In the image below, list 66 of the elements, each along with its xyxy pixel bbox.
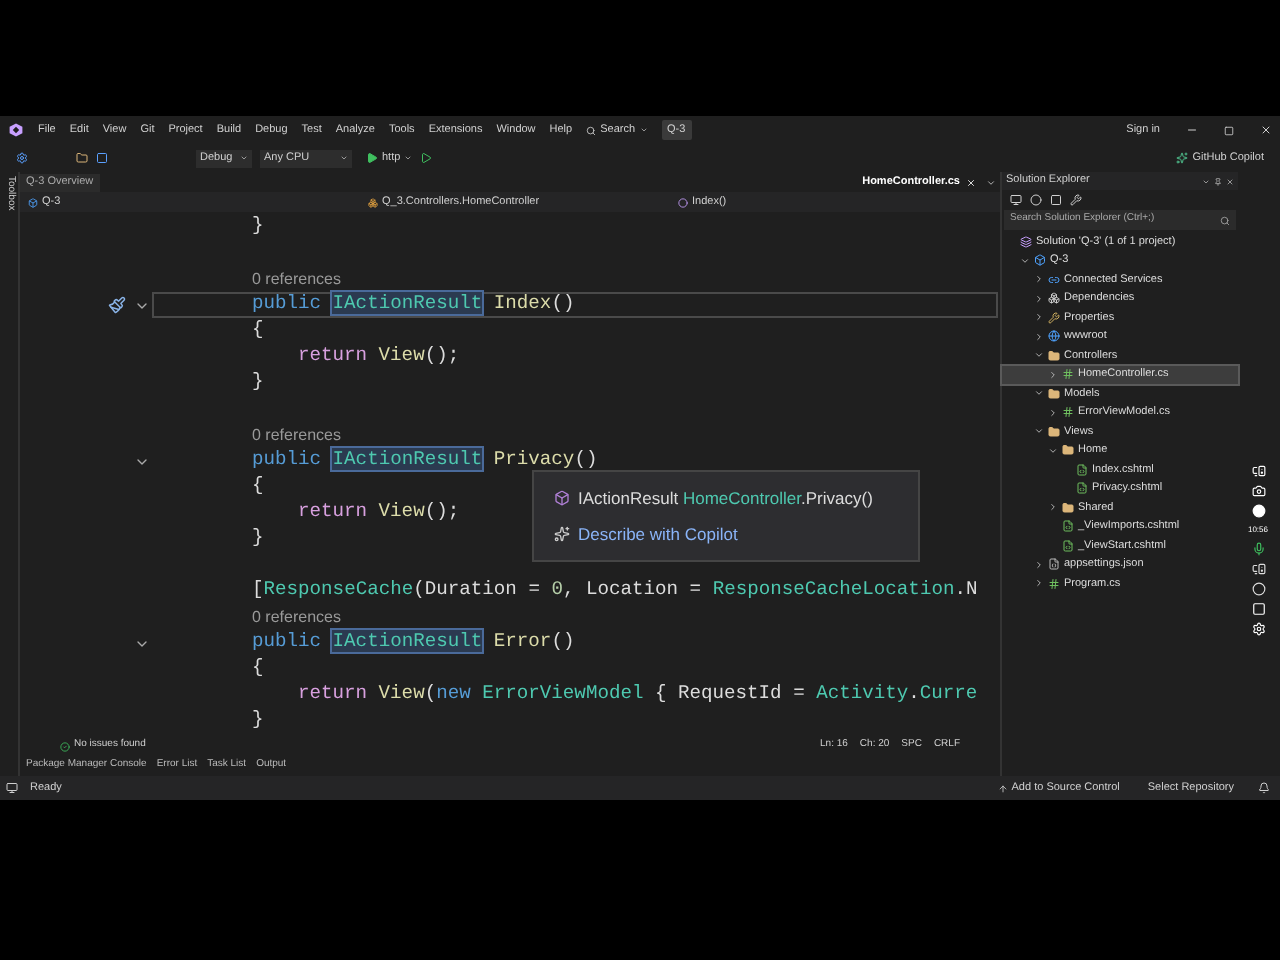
settings-icon[interactable] <box>1251 622 1265 636</box>
reference-count[interactable]: 0 references <box>252 267 341 291</box>
globe-icon <box>1048 330 1060 343</box>
record-icon[interactable] <box>1251 504 1265 518</box>
code-line: { <box>252 472 264 501</box>
screen-icon[interactable] <box>1251 464 1265 478</box>
code-line: { <box>252 654 264 683</box>
close-icon[interactable] <box>1260 124 1272 136</box>
folder-icon <box>1048 425 1060 438</box>
code-line: } <box>252 524 264 553</box>
code-line: [ResponseCache(Duration = 0, Location = ResponseCacheLocation.N <box>252 576 978 605</box>
method-signature: IActionResult HomeController.Privacy() <box>578 485 873 511</box>
folder-icon <box>1048 387 1060 400</box>
sparkle-icon <box>554 525 570 542</box>
code-line: return View(); <box>298 498 460 527</box>
project-icon <box>1034 254 1046 267</box>
camera-icon[interactable] <box>1251 484 1265 498</box>
reference-count[interactable]: 0 references <box>252 605 341 629</box>
code-line: } <box>252 212 264 241</box>
pin-icon[interactable] <box>1214 177 1222 185</box>
reference-count[interactable]: 0 references <box>252 423 341 447</box>
quick-action-icon[interactable] <box>107 296 125 314</box>
minimize-icon[interactable] <box>1186 124 1198 136</box>
run-without-debug-icon[interactable] <box>420 152 433 164</box>
tab-list-icon[interactable] <box>986 178 996 188</box>
csharp-file-icon <box>1062 406 1074 419</box>
maximize-icon[interactable] <box>1224 125 1234 135</box>
folder-icon <box>1048 349 1060 362</box>
output-icon <box>6 782 18 794</box>
notification-icon[interactable] <box>1258 782 1270 794</box>
class-icon <box>368 197 378 207</box>
properties-icon[interactable] <box>1070 194 1082 206</box>
csharp-file-icon <box>1048 577 1060 590</box>
app-logo-icon <box>8 122 24 138</box>
razor-file-icon <box>1062 520 1074 533</box>
search-icon <box>1220 215 1230 225</box>
razor-file-icon <box>1062 539 1074 552</box>
code-line: public IActionResult Privacy() <box>252 446 598 475</box>
folder-icon[interactable] <box>76 152 88 164</box>
wrench-icon <box>1048 311 1060 324</box>
code-line: public IActionResult Error() <box>252 628 575 657</box>
code-line: { <box>252 316 264 345</box>
folder-icon <box>1062 501 1074 514</box>
solution-icon <box>1020 235 1032 248</box>
razor-file-icon <box>1076 482 1088 495</box>
json-file-icon <box>1048 558 1060 571</box>
code-line: return View(); <box>298 342 460 371</box>
csharp-file-icon <box>1062 368 1074 381</box>
gear-icon[interactable] <box>16 152 28 164</box>
project-icon <box>28 197 38 207</box>
code-line: public IActionResult Index() <box>252 290 575 319</box>
code-line: return View(new ErrorViewModel { RequestId = Activity.Curre <box>298 680 978 709</box>
describe-with-copilot-link[interactable]: Describe with Copilot <box>554 521 898 547</box>
window-icon[interactable] <box>1251 602 1265 616</box>
link-icon <box>1048 273 1060 286</box>
copilot-icon <box>1176 152 1189 164</box>
code-line: } <box>252 706 264 735</box>
arrow-up-icon <box>997 783 1008 793</box>
dependencies-icon <box>1048 292 1060 305</box>
razor-file-icon <box>1076 463 1088 476</box>
search-icon <box>586 125 597 135</box>
play-icon <box>366 152 378 164</box>
folder-icon <box>1062 444 1074 457</box>
code-line: } <box>252 368 264 397</box>
microphone-icon[interactable] <box>1251 542 1265 556</box>
check-icon <box>60 741 70 751</box>
